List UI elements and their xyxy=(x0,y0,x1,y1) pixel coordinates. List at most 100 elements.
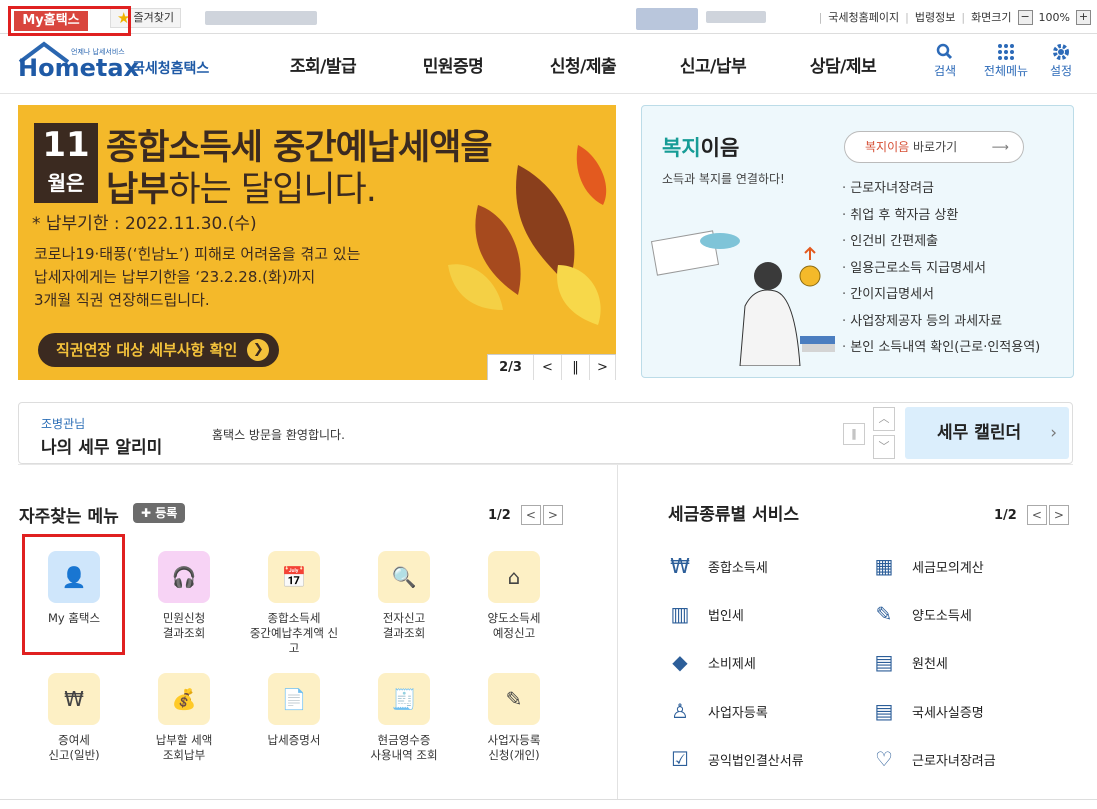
receipt-icon: 🧾 xyxy=(378,673,430,725)
quick-menu-item[interactable]: ₩ 증여세 신고(일반) xyxy=(24,673,124,763)
welfare-item[interactable]: 사업장제공자 등의 과세자료 xyxy=(842,309,1040,336)
zoom-in-button[interactable]: + xyxy=(1076,9,1091,25)
banner-page-indicator: 2/3 xyxy=(488,355,534,380)
tax-alert-strip: 조병관님 나의 세무 알리미 홈택스 방문을 환영합니다. ‖ ︿ ﹀ 세무 캘… xyxy=(18,402,1073,464)
welfare-item[interactable]: 일용근로소득 지급명세서 xyxy=(842,256,1040,283)
quick-menu-register-button[interactable]: ✚ 등록 xyxy=(133,503,186,523)
main-nav: 조회/발급 민원증명 신청/제출 신고/납부 상담/제보 xyxy=(258,52,908,77)
quick-menu-item-label: 종합소득세 중간예납추계액 신 고 xyxy=(249,611,339,655)
header-allmenu-button[interactable]: 전체메뉴 xyxy=(980,42,1032,79)
welfare-item[interactable]: 근로자녀장려금 xyxy=(842,176,1040,203)
quick-menu-item[interactable]: 🎧 민원신청 결과조회 xyxy=(134,551,234,641)
logo-text: Hometax xyxy=(18,54,140,82)
tax-service-label: 양도소득세 xyxy=(912,608,972,624)
quick-menu-next[interactable]: > xyxy=(542,505,563,525)
banner-pause-button[interactable]: ‖ xyxy=(562,355,590,380)
tax-service-item[interactable]: ▦ 세금모의계산 xyxy=(870,551,984,581)
gift-won-icon: ₩ xyxy=(48,673,100,725)
tax-services-page: 1/2 xyxy=(994,507,1017,523)
alert-controls: ‖ ︿ ﹀ xyxy=(843,407,897,459)
quick-menu-prev[interactable]: < xyxy=(520,505,541,525)
tax-service-item[interactable]: ☑ 공익법인결산서류 xyxy=(666,744,804,774)
nav-item-inquiry[interactable]: 조회/발급 xyxy=(258,52,388,77)
tax-service-label: 원천세 xyxy=(912,656,948,672)
banner-due-text: 납부기한 : 2022.11.30.(수) xyxy=(45,214,257,234)
welfare-panel: 복지이음 소득과 복지를 연결하다! 복지이음 바로가기 ⟶ 근로자녀장려금 취… xyxy=(641,105,1074,378)
quick-menu-item-label: 납세증명서 xyxy=(267,733,321,747)
chevron-right-icon: › xyxy=(1050,423,1057,443)
nav-item-consult[interactable]: 상담/제보 xyxy=(778,52,908,77)
header-settings-label: 설정 xyxy=(1049,64,1073,78)
top-links: | 국세청홈페이지 | 법령정보 | 화면크기 − 100% + xyxy=(819,9,1091,25)
welfare-item[interactable]: 취업 후 학자금 상환 xyxy=(842,203,1040,230)
quick-menu-title: 자주찾는 메뉴 xyxy=(19,507,119,527)
welfare-item[interactable]: 인건비 간편제출 xyxy=(842,229,1040,256)
welfare-go-button[interactable]: 복지이음 바로가기 ⟶ xyxy=(844,131,1024,163)
tax-service-item[interactable]: ♡ 근로자녀장려금 xyxy=(870,744,996,774)
quick-menu-item[interactable]: 🔍 전자신고 결과조회 xyxy=(354,551,454,641)
zoom-out-button[interactable]: − xyxy=(1017,9,1033,25)
welfare-item[interactable]: 본인 소득내역 확인(근로·인적용역) xyxy=(842,335,1040,362)
tax-service-item[interactable]: ✎ 양도소득세 xyxy=(870,599,972,629)
alert-pause-button[interactable]: ‖ xyxy=(843,423,865,445)
tax-service-item[interactable]: ▤ 국세사실증명 xyxy=(870,696,984,726)
quick-menu-item-label: 사업자등록 신청(개인) xyxy=(487,733,541,762)
tax-service-item[interactable]: ₩ 종합소득세 xyxy=(666,551,768,581)
tax-service-item[interactable]: ◆ 소비제세 xyxy=(666,647,756,677)
tax-calendar-label: 세무 캘린더 xyxy=(937,423,1022,443)
banner-prev-button[interactable]: < xyxy=(534,355,562,380)
quick-menu-item[interactable]: ⌂ 양도소득세 예정신고 xyxy=(464,551,564,641)
link-law-info[interactable]: 법령정보 xyxy=(915,9,955,25)
header-search-button[interactable]: 검색 xyxy=(920,42,970,79)
quick-menu-item[interactable]: 💰 납부할 세액 조회납부 xyxy=(134,673,234,763)
tax-service-item[interactable]: ♙ 사업자등록 xyxy=(666,696,768,726)
welfare-item[interactable]: 간이지급명세서 xyxy=(842,282,1040,309)
quick-menu-item[interactable]: 📄 납세증명서 xyxy=(244,673,344,748)
banner-title-rest: 하는 달입니다. xyxy=(168,170,376,210)
banner-detail-label: 직권연장 대상 세부사항 확인 xyxy=(56,341,238,359)
alert-title: 나의 세무 알리미 xyxy=(41,438,163,458)
header-allmenu-label: 전체메뉴 xyxy=(983,64,1029,78)
banner-month-word: 월은 xyxy=(47,171,85,195)
house-icon: ⌂ xyxy=(488,551,540,603)
my-hometax-tab-label: My홈택스 xyxy=(14,11,88,31)
main-banner[interactable]: 11 월은 종합소득세 중간예납세액을 납부하는 달입니다. * 납부기한 : … xyxy=(18,105,616,380)
building-icon: ▥ xyxy=(670,602,690,626)
welfare-subtitle: 소득과 복지를 연결하다! xyxy=(662,172,785,186)
person-icon: ♙ xyxy=(671,699,689,723)
arrow-right-icon: ⟶ xyxy=(991,140,1009,154)
banner-next-button[interactable]: > xyxy=(590,355,616,380)
header-settings-button[interactable]: 설정 xyxy=(1036,42,1086,79)
header-search-label: 검색 xyxy=(933,64,957,78)
hometax-logo[interactable]: 언제나 납세서비스 Hometax 국세청홈택스 xyxy=(18,40,218,88)
clipboard-check-icon: ☑ xyxy=(671,747,689,771)
tax-service-label: 사업자등록 xyxy=(708,705,768,721)
nav-item-apply[interactable]: 신청/제출 xyxy=(518,52,648,77)
nav-item-certificate[interactable]: 민원증명 xyxy=(388,52,518,77)
nav-item-report-pay[interactable]: 신고/납부 xyxy=(648,52,778,77)
quick-menu-item[interactable]: ✎ 사업자등록 신청(개인) xyxy=(464,673,564,763)
tax-service-item[interactable]: ▥ 법인세 xyxy=(666,599,744,629)
alert-down-button[interactable]: ﹀ xyxy=(873,435,895,459)
chevron-right-icon: ❯ xyxy=(247,339,270,361)
quick-menu-item-label: 전자신고 결과조회 xyxy=(382,611,426,640)
tax-service-label: 법인세 xyxy=(708,608,744,624)
tax-service-label: 근로자녀장려금 xyxy=(912,753,996,769)
zoom-level: 100% xyxy=(1038,10,1070,24)
tax-services-next[interactable]: > xyxy=(1048,505,1069,525)
alert-up-button[interactable]: ︿ xyxy=(873,407,895,431)
quick-menu-item[interactable]: 🧾 현금영수증 사용내역 조회 xyxy=(354,673,454,763)
quick-menu-item[interactable]: 📅 종합소득세 중간예납추계액 신 고 xyxy=(244,551,344,656)
document-icon: ▤ xyxy=(874,699,894,723)
tax-service-item[interactable]: ▤ 원천세 xyxy=(870,647,948,677)
my-hometax-tab[interactable]: My홈택스 xyxy=(8,6,131,36)
banner-detail-button[interactable]: 직권연장 대상 세부사항 확인 ❯ xyxy=(38,333,280,367)
won-car-icon: ₩ xyxy=(670,554,690,578)
banner-desc-line: 납세자에게는 납부기한을 ‘23.2.28.(화)까지 xyxy=(34,268,316,286)
tax-calendar-button[interactable]: 세무 캘린더 › xyxy=(905,407,1069,459)
link-nts-home[interactable]: 국세청홈페이지 xyxy=(828,9,899,25)
tax-services-prev[interactable]: < xyxy=(1026,505,1047,525)
tax-service-label: 종합소득세 xyxy=(708,560,768,576)
banner-description: 코로나19·태풍(‘힌남노’) 피해로 어려움을 겪고 있는 납세자에게는 납부… xyxy=(34,243,444,312)
calculator-icon: ▦ xyxy=(874,554,894,578)
